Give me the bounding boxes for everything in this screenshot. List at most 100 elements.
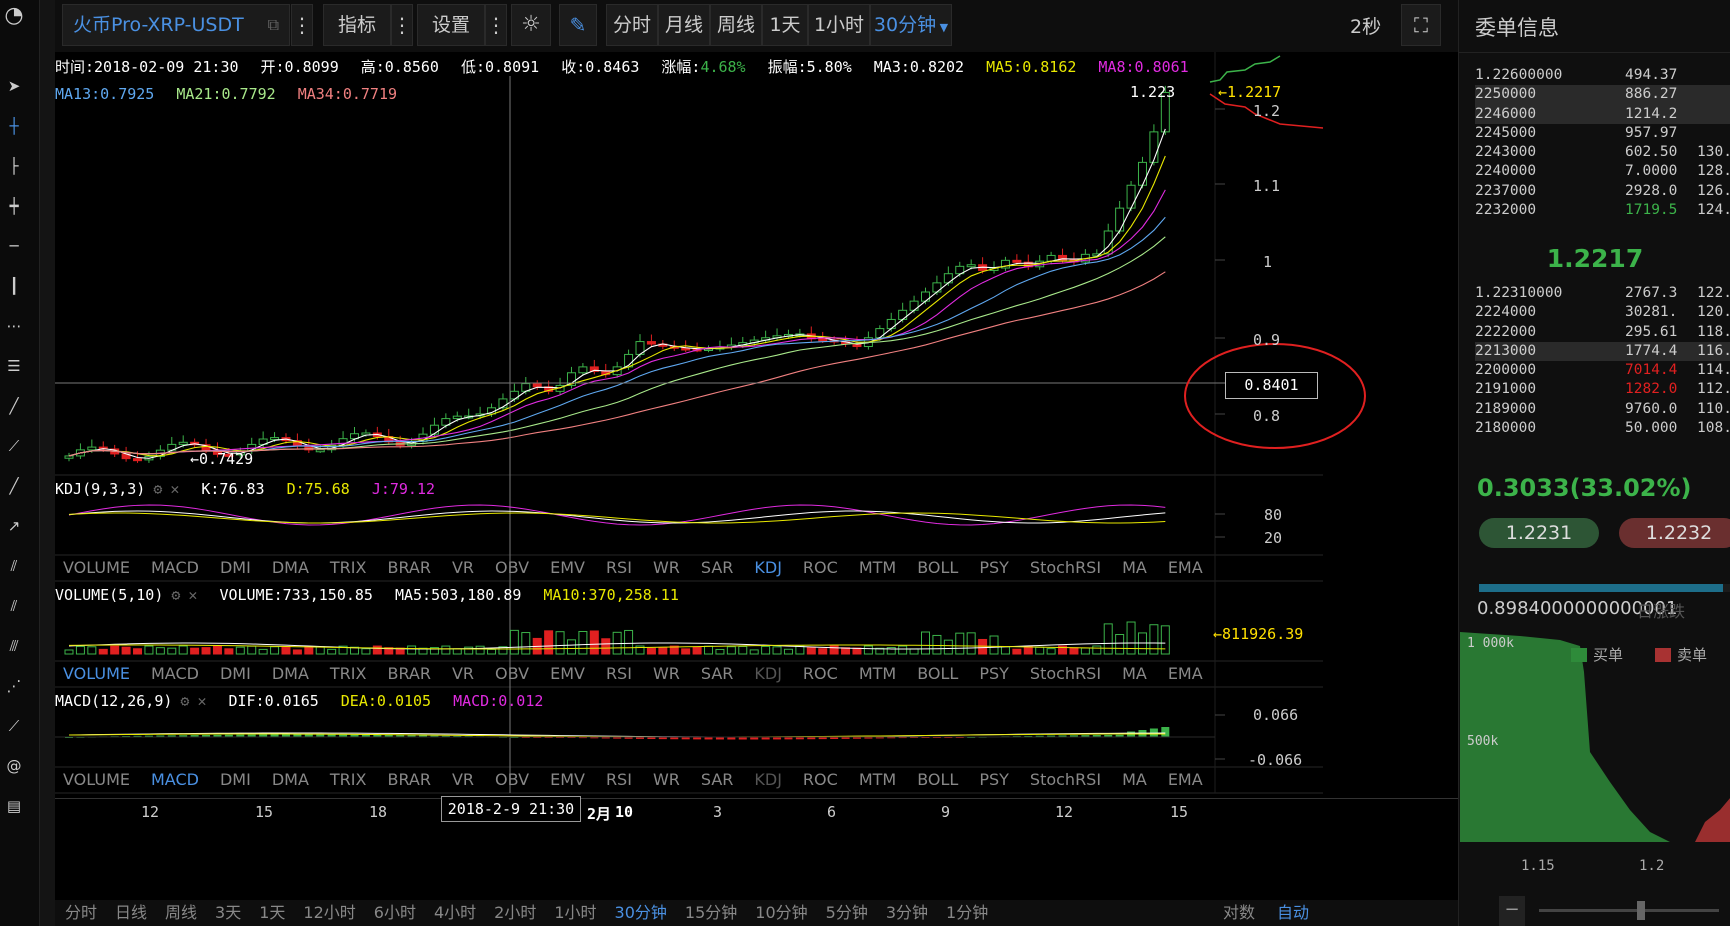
indicator-tab[interactable]: DMI: [220, 664, 251, 683]
indicator-tab[interactable]: MA: [1122, 770, 1147, 789]
orderbook-row[interactable]: 2243000 602.50 130.0: [1475, 143, 1730, 162]
channel-icon[interactable]: ⫽: [2, 554, 26, 578]
extended-line-icon[interactable]: ╱: [2, 474, 26, 498]
gear-icon[interactable]: ⚙: [180, 692, 189, 710]
orderbook-row[interactable]: 2213000 1774.4 116.0: [1475, 341, 1730, 362]
more-icon[interactable]: ⋮: [391, 4, 413, 46]
indicator-tab[interactable]: TRIX: [330, 664, 367, 683]
trend-line-icon[interactable]: ╱: [2, 394, 26, 418]
orderbook-row[interactable]: 2250000 886.27: [1475, 85, 1730, 105]
timeframe-tab[interactable]: 周线: [165, 903, 197, 922]
indicator-tab[interactable]: StochRSI: [1030, 770, 1101, 789]
indicator-tab[interactable]: EMA: [1168, 558, 1203, 577]
timeframe-tab[interactable]: 4小时: [434, 903, 476, 922]
indicator-tab[interactable]: VR: [452, 558, 474, 577]
timeframe-tab[interactable]: 1天: [259, 903, 285, 922]
segment-icon[interactable]: ┿: [2, 194, 26, 218]
zoom-slider[interactable]: [1539, 901, 1719, 920]
crosshair-icon[interactable]: ┼: [2, 114, 26, 138]
indicator-tab[interactable]: VOLUME: [63, 770, 130, 789]
orderbook-row[interactable]: 2200000 7014.4 114.0: [1475, 361, 1730, 380]
symbol-selector[interactable]: 火币Pro-XRP-USDT ⧉: [62, 4, 290, 46]
orderbook-row[interactable]: 2232000 1719.5 124.0: [1475, 201, 1730, 220]
indicator-tab[interactable]: PSY: [979, 558, 1009, 577]
timeframe-tab[interactable]: 1分钟: [946, 903, 988, 922]
timeframe-tab[interactable]: 1小时: [554, 903, 596, 922]
fib-spiral-icon[interactable]: @: [2, 754, 26, 778]
indicator-tab[interactable]: SAR: [701, 558, 734, 577]
arrow-line-icon[interactable]: ↗: [2, 514, 26, 538]
more-icon[interactable]: ⋮: [291, 4, 313, 46]
vertical-line-icon[interactable]: ┃: [2, 274, 26, 298]
timeframe-tab[interactable]: 2小时: [494, 903, 536, 922]
timeframe-tab[interactable]: 3天: [215, 903, 241, 922]
indicator-tab[interactable]: EMV: [550, 664, 585, 683]
indicator-tab[interactable]: VOLUME: [63, 558, 130, 577]
indicator-tab[interactable]: MA: [1122, 664, 1147, 683]
indicator-tab[interactable]: DMI: [220, 770, 251, 789]
orderbook-row[interactable]: 2245000 957.97: [1475, 124, 1730, 143]
close-icon[interactable]: ✕: [170, 480, 179, 498]
indicator-tab[interactable]: EMA: [1168, 770, 1203, 789]
speed-lines-icon[interactable]: ⋰: [2, 674, 26, 698]
timeframe-tab[interactable]: 12小时: [303, 903, 355, 922]
indicator-tab[interactable]: OBV: [495, 664, 529, 683]
indicator-tab[interactable]: EMA: [1168, 664, 1203, 683]
indicator-tab[interactable]: RSI: [606, 558, 632, 577]
indicator-tab[interactable]: VR: [452, 664, 474, 683]
indicator-tab[interactable]: ROC: [803, 770, 838, 789]
indicator-tab[interactable]: DMA: [272, 770, 309, 789]
fib-levels-icon[interactable]: ▤: [2, 794, 26, 818]
log-scale-button[interactable]: 对数: [1223, 900, 1255, 926]
timeframe-tab[interactable]: 15分钟: [685, 903, 737, 922]
tab-month[interactable]: 月线: [658, 4, 710, 46]
indicator-tab[interactable]: OBV: [495, 558, 529, 577]
indicator-tab[interactable]: ROC: [803, 558, 838, 577]
indicator-tab[interactable]: WR: [653, 770, 680, 789]
orderbook-row[interactable]: 2224000 30281. 120.0: [1475, 303, 1730, 322]
ray-line-icon[interactable]: ├: [2, 154, 26, 178]
indicator-tab[interactable]: BRAR: [387, 664, 431, 683]
timeframe-tab[interactable]: 3分钟: [886, 903, 928, 922]
indicator-tab[interactable]: BOLL: [917, 770, 958, 789]
popout-icon[interactable]: ⧉: [268, 5, 279, 45]
indicator-tab[interactable]: KDJ: [754, 770, 782, 789]
indicator-tab[interactable]: MTM: [859, 770, 896, 789]
indicator-tab[interactable]: WR: [653, 558, 680, 577]
close-icon[interactable]: ✕: [197, 692, 206, 710]
indicator-tab[interactable]: WR: [653, 664, 680, 683]
orderbook-row[interactable]: 2191000 1282.0 112.0: [1475, 380, 1730, 399]
zoom-slider-handle[interactable]: [1637, 901, 1645, 920]
indicator-tab[interactable]: VOLUME: [63, 664, 130, 683]
indicator-tab[interactable]: MACD: [151, 770, 199, 789]
indicator-tab[interactable]: BRAR: [387, 558, 431, 577]
orderbook-row[interactable]: 1.22310000 2767.3 122.0: [1475, 284, 1730, 303]
fullscreen-icon[interactable]: ⛶: [1401, 4, 1441, 46]
pencil-icon[interactable]: ✎: [559, 4, 597, 46]
indicator-tab[interactable]: KDJ: [754, 664, 782, 683]
indicator-tab[interactable]: TRIX: [330, 770, 367, 789]
settings-button[interactable]: 设置: [417, 4, 485, 46]
indicator-tab[interactable]: DMA: [272, 558, 309, 577]
chart-area[interactable]: 时间:2018-02-09 21:30 开:0.8099 高:0.8560 低:0.8…: [55, 52, 1458, 876]
tab-1h[interactable]: 1小时: [808, 4, 870, 46]
indicator-tab[interactable]: MACD: [151, 558, 199, 577]
more-icon[interactable]: ⋮: [485, 4, 507, 46]
indicator-tab[interactable]: SAR: [701, 770, 734, 789]
auto-scale-button[interactable]: 自动: [1277, 900, 1309, 926]
indicator-tab[interactable]: BOLL: [917, 664, 958, 683]
fib-fan-icon[interactable]: ⟋: [2, 714, 26, 738]
timeframe-tab[interactable]: 6小时: [374, 903, 416, 922]
tab-1d[interactable]: 1天: [762, 4, 808, 46]
indicators-button[interactable]: 指标: [323, 4, 391, 46]
price-line-icon[interactable]: ⋯: [2, 314, 26, 338]
indicator-tab[interactable]: SAR: [701, 664, 734, 683]
indicator-tab[interactable]: KDJ: [754, 558, 782, 577]
indicator-tab[interactable]: BRAR: [387, 770, 431, 789]
gear-icon[interactable]: ⚙: [171, 586, 180, 604]
indicator-tab[interactable]: StochRSI: [1030, 664, 1101, 683]
timeframe-tab[interactable]: 10分钟: [755, 903, 807, 922]
indicator-tab[interactable]: MACD: [151, 664, 199, 683]
gear-icon[interactable]: ⚙: [153, 480, 162, 498]
timeframe-tab[interactable]: 分时: [65, 903, 97, 922]
